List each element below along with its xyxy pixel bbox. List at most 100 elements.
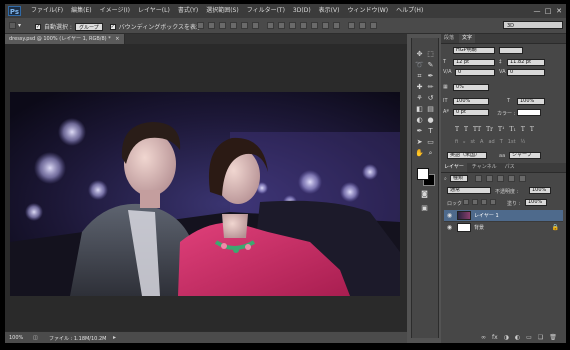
align-distribute-icon[interactable] [278, 22, 285, 29]
visibility-eye-icon[interactable]: ◉ [446, 212, 453, 219]
close-tab-icon[interactable]: × [115, 36, 119, 42]
menu-item-1[interactable]: 編集(E) [67, 4, 95, 18]
layer-kind-filter[interactable]: 種類 [449, 175, 468, 182]
maximize-button[interactable]: □ [544, 7, 552, 15]
type-style-button[interactable]: T¹ [498, 126, 504, 133]
folder-icon[interactable]: ▭ [526, 334, 532, 341]
opentype-feature-button[interactable]: st [470, 139, 475, 145]
marquee-tool-icon[interactable]: ⬚ [426, 50, 435, 59]
opentype-feature-button[interactable]: ℴ [463, 139, 465, 145]
image-filter-icon[interactable] [474, 175, 482, 182]
blend-mode-dropdown[interactable]: 通常 [447, 187, 491, 194]
zoom-level[interactable]: 100% [9, 335, 23, 341]
adjustment-icon[interactable]: ◐ [515, 334, 520, 341]
menu-item-5[interactable]: 選択範囲(S) [202, 4, 243, 18]
zoom-tool-icon[interactable]: ⌕ [426, 149, 435, 158]
align-distribute-icon[interactable] [359, 22, 366, 29]
quick-select-tool-icon[interactable]: ✎ [426, 61, 435, 70]
align-distribute-icon[interactable] [370, 22, 377, 29]
trash-icon[interactable]: 🗑 [549, 334, 557, 341]
opentype-feature-button[interactable]: ad [488, 139, 494, 145]
pen-tool-icon[interactable]: ✒ [415, 127, 424, 136]
fx-icon[interactable]: fx [492, 334, 498, 341]
type-filter-icon[interactable] [496, 175, 504, 182]
opentype-feature-button[interactable]: ½ [521, 139, 526, 145]
align-distribute-icon[interactable] [197, 22, 204, 29]
align-distribute-icon[interactable] [208, 22, 215, 29]
align-distribute-icon[interactable] [300, 22, 307, 29]
align-distribute-icon[interactable] [241, 22, 248, 29]
baseline-shift-field[interactable]: 0 pt [453, 109, 489, 116]
dropdown-arrow-icon[interactable]: ▾ [18, 22, 21, 29]
gradient-tool-icon[interactable]: ▤ [426, 105, 435, 114]
move-tool-icon[interactable]: ✥ [415, 50, 424, 59]
lasso-tool-icon[interactable]: ➰ [415, 61, 424, 70]
auto-select-dropdown[interactable]: グループ [74, 22, 103, 31]
lock-image-icon[interactable] [472, 199, 478, 205]
close-button[interactable]: ✕ [555, 7, 563, 15]
adjustment-filter-icon[interactable] [485, 175, 493, 182]
font-family-field[interactable]: HGP明朝 [453, 47, 495, 54]
menu-item-8[interactable]: 表示(V) [315, 4, 344, 18]
foreground-color-swatch[interactable] [417, 168, 429, 180]
opentype-feature-button[interactable]: fi [455, 139, 458, 145]
type-style-button[interactable]: T₁ [509, 126, 515, 133]
menu-item-2[interactable]: イメージ(I) [96, 4, 134, 18]
minimize-button[interactable]: — [533, 7, 541, 15]
align-distribute-icon[interactable] [333, 22, 340, 29]
status-icon[interactable]: ◫ [33, 335, 38, 341]
align-distribute-icon[interactable] [322, 22, 329, 29]
hand-tool-icon[interactable]: ✋ [415, 149, 424, 158]
type-style-button[interactable]: T [455, 126, 459, 133]
menu-item-10[interactable]: ヘルプ(H) [392, 4, 427, 18]
move-tool-preset-icon[interactable] [9, 22, 16, 29]
menu-item-9[interactable]: ウィンドウ(W) [343, 4, 392, 18]
shape-filter-icon[interactable] [507, 175, 515, 182]
lock-all-icon[interactable] [490, 199, 496, 205]
antialias-dropdown[interactable]: シャープ [509, 152, 541, 159]
tab-paths[interactable]: パス [502, 163, 518, 172]
horizontal-scale-field[interactable]: 100% [517, 98, 545, 105]
align-distribute-icon[interactable] [311, 22, 318, 29]
smart-object-filter-icon[interactable] [518, 175, 526, 182]
tracking-field[interactable]: 0 [507, 69, 545, 76]
layer-row-layer1[interactable]: ◉ レイヤー 1 [444, 210, 563, 221]
vertical-scale-field[interactable]: 100% [453, 98, 489, 105]
opentype-feature-button[interactable]: T [500, 139, 503, 145]
new-layer-icon[interactable]: ❏ [538, 334, 543, 341]
transform-controls-checkbox[interactable]: ✓ [109, 23, 116, 30]
shape-tool-icon[interactable]: ▭ [426, 138, 435, 147]
font-style-field[interactable] [499, 47, 523, 54]
menu-item-3[interactable]: レイヤー(L) [134, 4, 174, 18]
tab-paragraph[interactable]: 段落 [441, 34, 457, 43]
blur-tool-icon[interactable]: ◐ [415, 116, 424, 125]
clone-stamp-tool-icon[interactable]: ⚘ [415, 94, 424, 103]
font-size-field[interactable]: 12 pt [453, 59, 495, 66]
lock-position-icon[interactable] [481, 199, 487, 205]
language-dropdown[interactable]: 英語（米国） [447, 152, 487, 159]
type-tool-icon[interactable]: T [426, 127, 435, 136]
healing-brush-tool-icon[interactable]: ✚ [415, 83, 424, 92]
eyedropper-tool-icon[interactable]: ✒ [426, 72, 435, 81]
type-style-button[interactable]: Tr [486, 126, 493, 133]
eraser-tool-icon[interactable]: ◧ [415, 105, 424, 114]
brush-tool-icon[interactable]: ✏ [426, 83, 435, 92]
leading-field[interactable]: 11.82 pt [507, 59, 545, 66]
align-distribute-icon[interactable] [267, 22, 274, 29]
auto-select-checkbox[interactable]: ✓ [35, 23, 41, 30]
menu-item-4[interactable]: 書式(Y) [174, 4, 202, 18]
menu-item-0[interactable]: ファイル(F) [27, 4, 67, 18]
menu-item-7[interactable]: 3D(D) [289, 4, 315, 18]
history-brush-tool-icon[interactable]: ↺ [426, 94, 435, 103]
status-menu-arrow-icon[interactable]: ▸ [113, 334, 116, 341]
quick-mask-icon[interactable]: ◙ [420, 190, 429, 199]
align-distribute-icon[interactable] [252, 22, 259, 29]
opacity-field[interactable]: 100% [529, 187, 551, 194]
type-style-button[interactable]: TT [473, 126, 481, 133]
document-canvas-photo[interactable] [10, 92, 400, 296]
opentype-feature-button[interactable]: A [480, 139, 483, 145]
dodge-tool-icon[interactable]: ● [426, 116, 435, 125]
type-style-button[interactable]: T [530, 126, 534, 133]
visibility-eye-icon[interactable]: ◉ [446, 224, 453, 231]
align-distribute-icon[interactable] [289, 22, 296, 29]
